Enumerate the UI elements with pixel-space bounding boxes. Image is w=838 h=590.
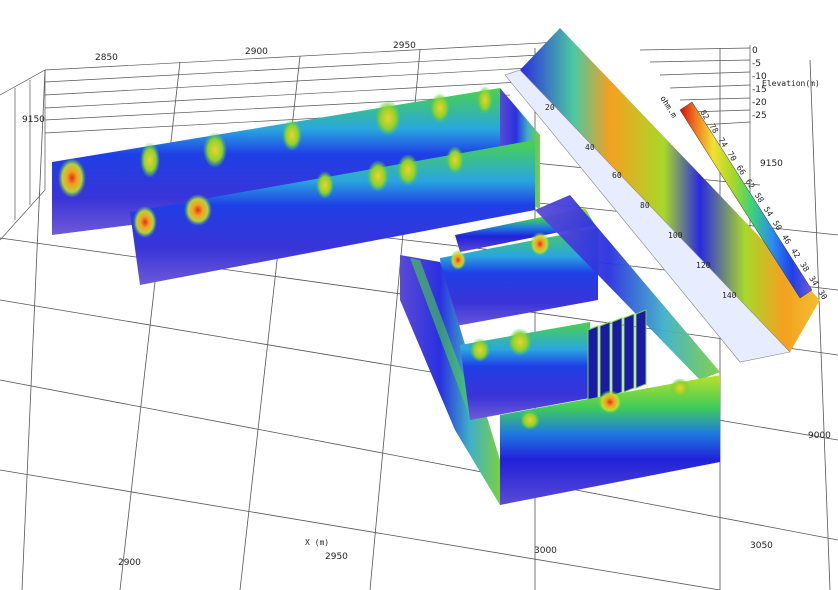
- x-axis-label: X (m): [305, 538, 329, 547]
- z-axis-label: Elevation(m): [762, 79, 820, 88]
- profile-distance-label: 40: [585, 143, 595, 152]
- profile-distance-label: 60: [612, 171, 622, 180]
- x-tick-bottom: 2900: [118, 558, 141, 568]
- elevation-ticks: 0 -5 -10 -15 -20 -25 Elevation(m): [752, 46, 820, 121]
- profile-distance-label: 20: [545, 103, 555, 112]
- y-tick: 9150: [22, 115, 45, 125]
- profile-distance-label: 140: [722, 291, 737, 300]
- resistivity-3d-view: 20 40 60 80 100 120 140 ohm.m 8278747066…: [0, 28, 838, 590]
- x-tick-top: 2950: [393, 41, 416, 51]
- top-x-ticks: 2850 2900 2950: [95, 41, 416, 63]
- y-tick: 9150: [760, 159, 783, 169]
- x-tick-top: 2850: [95, 53, 118, 63]
- z-tick: 0: [752, 46, 758, 56]
- bottom-x-ticks: 2900 2950 3000 3050: [118, 541, 773, 568]
- x-tick-bottom: 3050: [750, 541, 773, 551]
- profile-distance-label: 120: [696, 261, 711, 270]
- profile-distance-label: 80: [640, 201, 650, 210]
- stacked-profiles: [587, 309, 647, 405]
- x-tick-top: 2900: [245, 47, 268, 57]
- x-tick-bottom: 2950: [325, 552, 348, 562]
- profile-distance-label: 100: [668, 231, 683, 240]
- y-tick: 9000: [808, 431, 831, 441]
- z-tick: -5: [752, 59, 761, 69]
- x-tick-bottom: 3000: [534, 546, 557, 556]
- colorbar-unit: ohm.m: [658, 94, 678, 119]
- z-tick: -25: [752, 111, 767, 121]
- z-tick: -20: [752, 98, 767, 108]
